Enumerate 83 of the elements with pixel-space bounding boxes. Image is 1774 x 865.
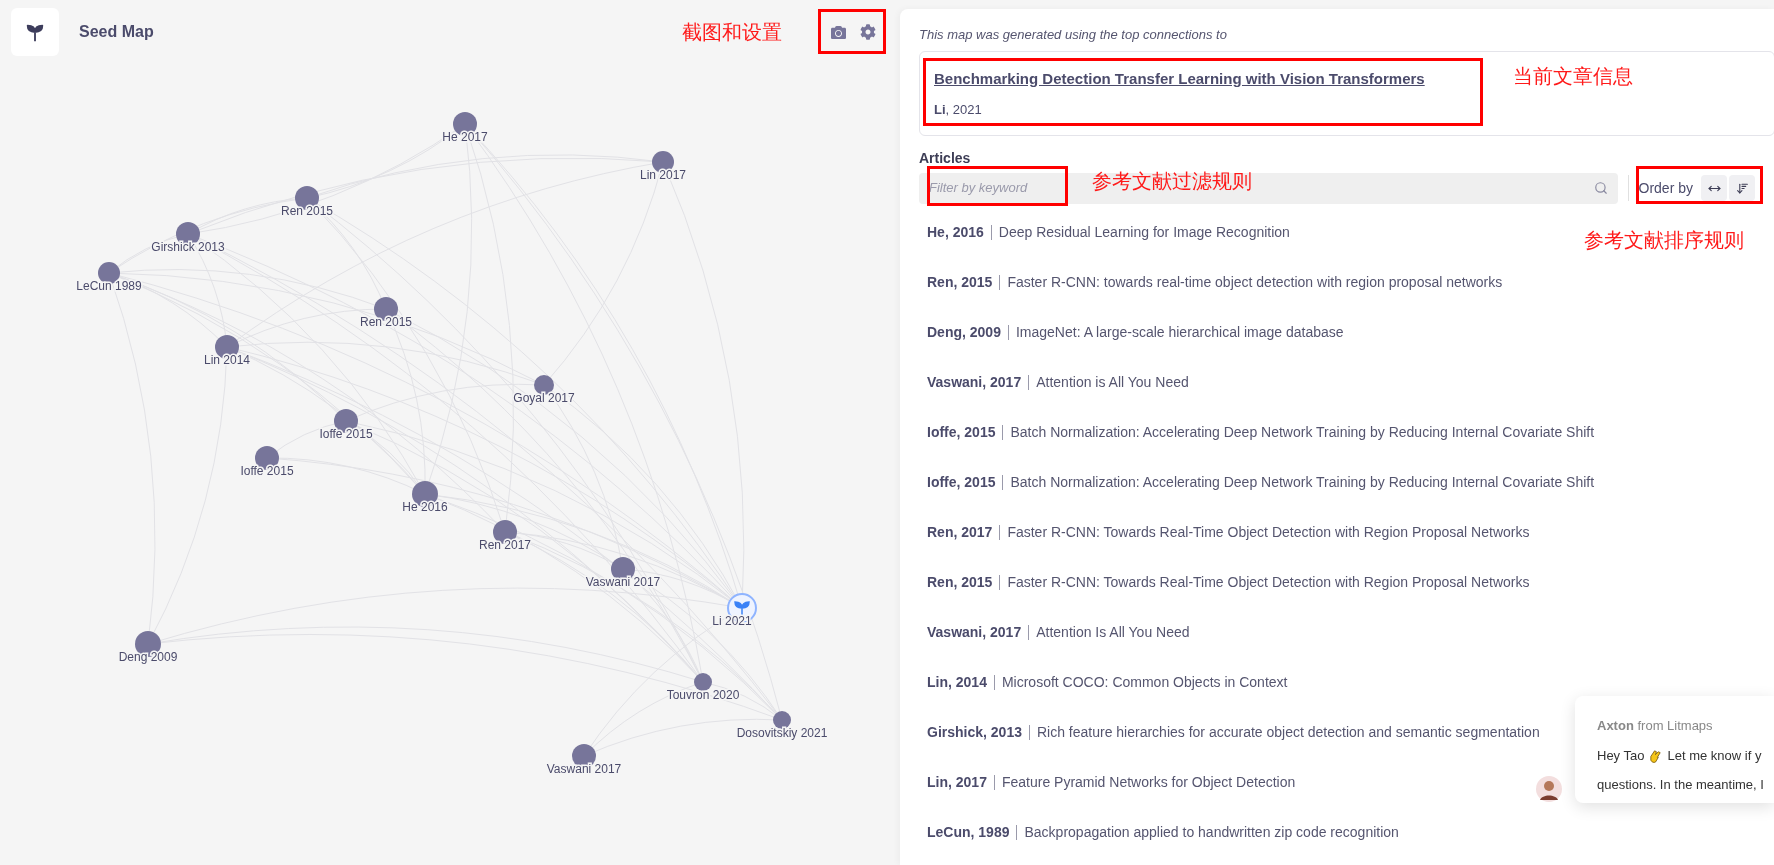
order-connections-button[interactable]: [1701, 175, 1727, 201]
annotation-text: 参考文献排序规则: [1584, 230, 1744, 250]
article-author-year: Girshick, 2013: [927, 722, 1022, 742]
article-title: Rich feature hierarchies for accurate object detection and semantic segmentation: [1036, 722, 1540, 742]
article-author-year: Deng, 2009: [927, 322, 1001, 342]
node-label: Lin 2014: [204, 353, 250, 367]
article-row[interactable]: LeCun, 1989 Backpropagation applied to handwritten zip code recognition: [919, 807, 1399, 857]
article-row[interactable]: Ioffe, 2015 Batch Normalization: Accelerating Deep Network Training by Reducing Internal Covariate Shift: [919, 407, 1595, 457]
node-label: Goyal 2017: [513, 391, 575, 405]
article-row[interactable]: Ren, 2015 Faster R-CNN: Towards Real-Time Object Detection with Region Proposal Networks: [919, 557, 1530, 607]
article-author-year: Lin, 2017: [927, 772, 987, 792]
article-author-year: He, 2016: [927, 222, 984, 242]
article-row[interactable]: Girshick, 2013 Rich feature hierarchies for accurate object detection and semantic segmentation: [919, 707, 1540, 757]
node-label: He 2016: [402, 500, 448, 514]
article-title: Attention is All You Need: [1036, 372, 1189, 392]
node-label: LeCun 1989: [76, 279, 142, 293]
map-source-note: This map was generated using the top connections to: [919, 26, 1228, 44]
article-title-link[interactable]: Benchmarking Detection Transfer Learning with Vision Transformers: [934, 67, 1425, 90]
article-author-year: Ioffe, 2015: [927, 422, 996, 442]
article-author-year: LeCun, 1989: [927, 822, 1010, 842]
article-row[interactable]: He, 2016 Deep Residual Learning for Image Recognition: [919, 207, 1290, 257]
node-label: Vaswani 2017: [546, 762, 622, 776]
article-title: Faster R-CNN: Towards Real-Time Object Detection with Region Proposal Networks: [1007, 522, 1530, 542]
search-icon[interactable]: [1593, 181, 1608, 195]
article-author-year: Ren, 2015: [927, 572, 993, 592]
article-author-year: Ren, 2015: [927, 272, 993, 292]
article-row[interactable]: Vaswani, 2017 Attention Is All You Need: [919, 607, 1190, 657]
sort-descending-button[interactable]: [1729, 175, 1755, 201]
paper-node[interactable]: [773, 711, 791, 729]
logo-tile[interactable]: [11, 8, 59, 56]
node-label: Ioffe 2015: [319, 427, 373, 441]
article-author-year: Lin, 2014: [927, 672, 987, 692]
node-label: Dosovitskiy 2021: [736, 726, 828, 740]
paper-node[interactable]: [534, 375, 554, 395]
article-author-year: Vaswani, 2017: [927, 372, 1022, 392]
article-author-year: Vaswani, 2017: [927, 622, 1022, 642]
node-label: Vaswani 2017: [585, 575, 661, 589]
order-by-label: Order by: [1638, 178, 1693, 198]
article-title: Microsoft COCO: Common Objects in Context: [1001, 672, 1288, 692]
paper-node[interactable]: [694, 673, 712, 691]
article-author-year: Ioffe, 2015: [927, 472, 996, 492]
clapping-hands-icon: [1648, 747, 1664, 763]
node-label: Ren 2015: [281, 204, 333, 218]
article-title: Batch Normalization: Accelerating Deep Network Training by Reducing Internal Covariate Shift: [1010, 422, 1595, 442]
articles-heading: Articles: [919, 149, 972, 168]
app-title: Seed Map: [79, 22, 154, 42]
article-byline: Li, 2021: [934, 101, 983, 119]
article-title: Faster R-CNN: towards real-time object detection with region proposal networks: [1007, 272, 1503, 292]
annotation-box: [818, 9, 886, 54]
chat-message: questions. In the meantime, I: [1597, 776, 1765, 794]
node-label: He 2017: [442, 130, 488, 144]
node-label: Lin 2017: [640, 168, 686, 182]
chat-greeting: Hey Tao: [1597, 746, 1645, 765]
article-title: Deep Residual Learning for Image Recognition: [998, 222, 1290, 242]
node-label: Girshick 2013: [151, 240, 225, 254]
article-row[interactable]: Ioffe, 2015 Batch Normalization: Accelerating Deep Network Training by Reducing Internal Covariate Shift: [919, 457, 1595, 507]
article-title: Attention Is All You Need: [1036, 622, 1190, 642]
article-row[interactable]: Ren, 2017 Faster R-CNN: Towards Real-Time Object Detection with Region Proposal Networks: [919, 507, 1530, 557]
node-label: Touvron 2020: [666, 688, 740, 702]
article-row[interactable]: Deng, 2009 ImageNet: A large-scale hierarchical image database: [919, 307, 1344, 357]
article-title: Batch Normalization: Accelerating Deep Network Training by Reducing Internal Covariate Shift: [1010, 472, 1595, 492]
node-label: Ioffe 2015: [240, 464, 294, 478]
node-label: Ren 2015: [360, 315, 412, 329]
chat-message: Let me know if y: [1667, 746, 1762, 765]
chat-sender: Axton from Litmaps: [1597, 717, 1714, 735]
article-row[interactable]: Ren, 2015 Faster R-CNN: towards real-time object detection with region proposal networks: [919, 257, 1503, 307]
node-label: Deng 2009: [118, 650, 178, 664]
article-title: Feature Pyramid Networks for Object Detection: [1001, 772, 1296, 792]
agent-avatar: [1536, 776, 1562, 802]
sort-descending-icon: [1735, 181, 1749, 195]
article-row[interactable]: Lin, 2014 Microsoft COCO: Common Objects in Context: [919, 657, 1288, 707]
settings-icon[interactable]: [860, 24, 876, 40]
annotation-text: 参考文献过滤规则: [1092, 171, 1252, 191]
annotation-text: 当前文章信息: [1513, 66, 1633, 86]
camera-icon[interactable]: [831, 24, 846, 40]
article-row[interactable]: Lin, 2017 Feature Pyramid Networks for Object Detection: [919, 757, 1296, 807]
article-title: Backpropagation applied to handwritten zip code recognition: [1024, 822, 1399, 842]
article-title: Faster R-CNN: Towards Real-Time Object Detection with Region Proposal Networks: [1007, 572, 1530, 592]
article-title: ImageNet: A large-scale hierarchical image database: [1015, 322, 1344, 342]
annotation-text: 截图和设置: [682, 22, 782, 42]
article-author-year: Ren, 2017: [927, 522, 993, 542]
article-row[interactable]: Vaswani, 2017 Attention is All You Need: [919, 357, 1189, 407]
node-label: Ren 2017: [479, 538, 531, 552]
